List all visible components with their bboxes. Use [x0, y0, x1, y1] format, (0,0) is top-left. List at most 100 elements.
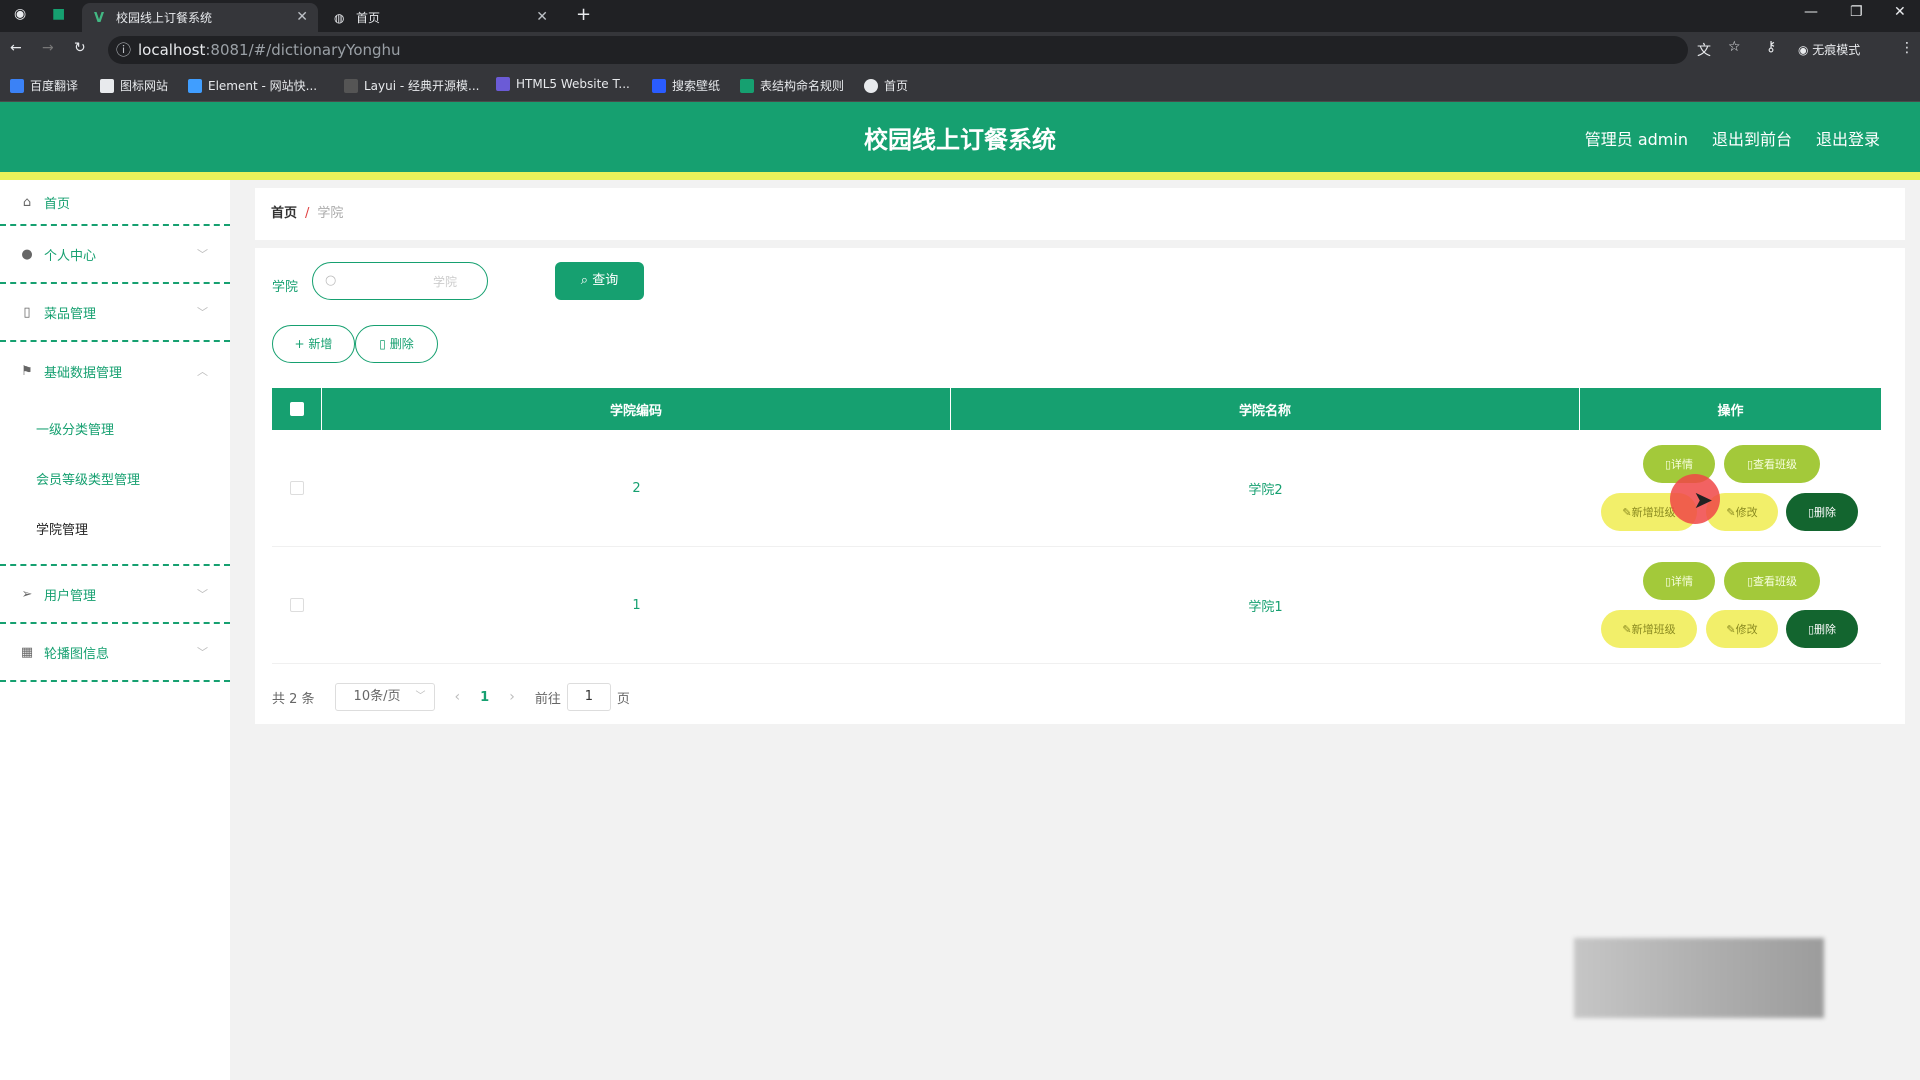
select-all-cell: [272, 388, 322, 430]
more-menu-icon[interactable]: ⋮: [1900, 40, 1914, 56]
pinned-tab-icon[interactable]: ■: [52, 6, 65, 22]
sidebar-item-label: 用户管理: [44, 588, 97, 604]
search-placeholder: 学院: [432, 275, 457, 289]
add-button-label: 新增: [308, 337, 333, 351]
submenu-item-member-level[interactable]: 会员等级类型管理: [0, 456, 230, 506]
row-ops: ▯ 详情 ▯ 查看班级 ✎ 新增班级 ✎ 修改 ▯ 删除: [1580, 547, 1881, 663]
app-header: 校园线上订餐系统 管理员 admin 退出到前台 退出登录: [0, 102, 1920, 172]
bookmark-item[interactable]: 图标网站: [100, 77, 168, 94]
edit-button[interactable]: ✎ 修改: [1706, 610, 1778, 648]
cell-code: 2: [632, 480, 641, 496]
vue-logo-icon: V: [94, 10, 105, 26]
prev-page-icon[interactable]: ‹: [455, 689, 461, 705]
view-class-button[interactable]: ▯ 查看班级: [1724, 562, 1820, 600]
detail-button[interactable]: ▯ 详情: [1643, 562, 1715, 600]
home-icon: ⌂: [22, 195, 32, 210]
send-icon: ➢: [21, 587, 33, 602]
row-checkbox[interactable]: [290, 481, 304, 495]
reload-icon[interactable]: ↻: [74, 40, 86, 56]
edit-label: 修改: [1735, 506, 1758, 519]
sheet-bookmark-icon: [740, 78, 754, 93]
bookmark-item[interactable]: Element - 网站快...: [188, 77, 317, 94]
header-links: 管理员 admin 退出到前台 退出登录: [1585, 126, 1880, 150]
plus-icon: +: [294, 337, 309, 351]
submenu-item-category[interactable]: 一级分类管理: [0, 406, 230, 456]
chevron-down-icon: ﹀: [197, 306, 208, 319]
table-header: 学院编码 学院名称 操作: [272, 388, 1881, 430]
globe-icon: ◍: [334, 10, 345, 25]
sidebar-item-home[interactable]: ⌂ 首页: [0, 180, 230, 226]
select-all-checkbox[interactable]: [289, 402, 304, 416]
new-tab-icon[interactable]: +: [576, 4, 591, 25]
admin-label: 管理员 admin: [1584, 130, 1688, 149]
sidebar-item-dishes[interactable]: ▯ 菜品管理 ﹀: [0, 284, 230, 342]
bookmark-label: 图标网站: [120, 79, 169, 93]
detail-label: 详情: [1671, 575, 1694, 588]
translate-icon[interactable]: 文: [1697, 40, 1711, 60]
tab-inactive[interactable]: ◍ 首页 ✕: [322, 3, 558, 32]
row-ops: ▯ 详情 ▯ 查看班级 ✎ 新增班级 ✎ 修改 ▯ 删除: [1580, 430, 1881, 546]
sidebar-item-carousel[interactable]: ▦ 轮播图信息 ﹀: [0, 624, 230, 682]
add-button[interactable]: + 新增: [272, 325, 355, 363]
back-icon[interactable]: ←: [10, 40, 22, 56]
row-delete-button[interactable]: ▯ 删除: [1786, 493, 1858, 531]
next-page-icon[interactable]: ›: [509, 689, 515, 705]
minimize-icon[interactable]: —: [1804, 4, 1818, 20]
bookmark-item[interactable]: HTML5 Website T...: [496, 77, 630, 91]
address-bar-row: ← → ↻ ⓘ localhost:8081/#/dictionaryYongh…: [0, 32, 1920, 68]
bookmark-item[interactable]: Layui - 经典开源模...: [344, 77, 479, 94]
bookmark-item[interactable]: 首页: [864, 77, 908, 94]
bookmark-item[interactable]: 表结构命名规则: [740, 77, 844, 94]
chrome-menu-icon[interactable]: ◉: [14, 6, 26, 22]
view-class-label: 查看班级: [1753, 458, 1798, 471]
edit-icon: ✎: [1622, 505, 1632, 519]
breadcrumb: 首页 / 学院: [255, 188, 1905, 240]
close-window-icon[interactable]: ✕: [1894, 4, 1906, 20]
close-tab-icon[interactable]: ✕: [296, 9, 308, 25]
row-checkbox[interactable]: [290, 598, 304, 612]
wallpaper-bookmark-icon: [652, 78, 666, 93]
edit-icon: ✎: [1726, 622, 1736, 636]
goto-page-input[interactable]: 1: [566, 683, 611, 711]
breadcrumb-home[interactable]: 首页: [271, 206, 297, 221]
add-class-label: 新增班级: [1631, 506, 1676, 519]
tab-active[interactable]: V 校园线上订餐系统 ✕: [82, 3, 318, 32]
header-name: 学院名称: [951, 388, 1580, 430]
url-input[interactable]: ⓘ localhost:8081/#/dictionaryYonghu: [108, 36, 1688, 64]
submenu-item-college[interactable]: 学院管理: [0, 506, 230, 556]
page-size-value: 10条/页: [353, 689, 401, 704]
key-icon[interactable]: ⚷: [1766, 39, 1776, 55]
cell-name: 学院1: [1248, 599, 1283, 615]
sidebar-item-users[interactable]: ➢ 用户管理 ﹀: [0, 566, 230, 624]
bookmark-label: 百度翻译: [30, 79, 79, 93]
row-delete-button[interactable]: ▯ 删除: [1786, 610, 1858, 648]
add-class-button[interactable]: ✎ 新增班级: [1601, 610, 1697, 648]
bookmark-item[interactable]: 搜索壁纸: [652, 77, 720, 94]
current-page[interactable]: 1: [480, 690, 489, 705]
restore-icon[interactable]: ❐: [1850, 4, 1863, 20]
bookmark-star-icon[interactable]: ☆: [1728, 39, 1741, 55]
profile-label: 无痕模式: [1812, 43, 1861, 57]
pagination: 共 2 条 10条/页 ﹀ ‹ 1 › 前往 1 页: [272, 683, 630, 711]
logout-link[interactable]: 退出登录: [1816, 126, 1880, 150]
view-class-button[interactable]: ▯ 查看班级: [1724, 445, 1820, 483]
sidebar-item-label: 首页: [44, 196, 71, 212]
close-tab-icon[interactable]: ✕: [536, 9, 548, 25]
incognito-profile[interactable]: ◉ 无痕模式: [1798, 41, 1860, 58]
header-ops: 操作: [1717, 403, 1744, 419]
row-select-cell: [272, 430, 322, 546]
row-delete-label: 删除: [1814, 506, 1837, 519]
sidebar-item-profile[interactable]: ● 个人中心 ﹀: [0, 226, 230, 284]
flag-bookmark-icon: [100, 78, 114, 93]
search-input[interactable]: ○ 学院: [312, 262, 488, 300]
header-accent-bar: [0, 172, 1920, 180]
bookmark-label: 搜索壁纸: [672, 79, 721, 93]
trash-icon: ▯: [379, 337, 390, 351]
delete-button[interactable]: ▯ 删除: [355, 325, 438, 363]
front-link[interactable]: 退出到前台: [1712, 126, 1792, 150]
bookmark-item[interactable]: 百度翻译: [10, 77, 78, 94]
query-button[interactable]: ⌕ 查询: [555, 262, 644, 300]
forward-icon[interactable]: →: [42, 40, 54, 56]
page-size-select[interactable]: 10条/页 ﹀: [334, 683, 435, 711]
sidebar-item-base-data[interactable]: ⚑ 基础数据管理 ︿: [0, 342, 230, 400]
